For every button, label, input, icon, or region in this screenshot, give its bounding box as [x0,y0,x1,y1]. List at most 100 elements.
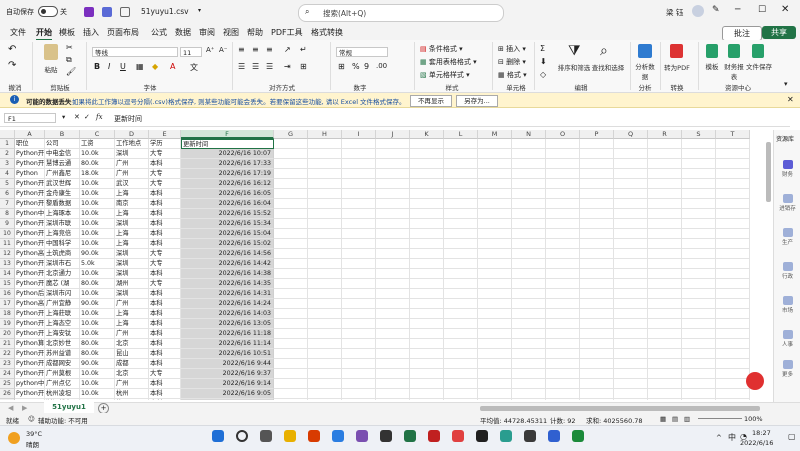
align-center-icon[interactable]: ☰ [252,62,259,71]
table-cell[interactable]: 上海莊联 [45,309,80,319]
table-cell[interactable] [716,349,750,359]
table-cell[interactable] [376,259,410,269]
table-cell[interactable]: 本科 [149,209,181,219]
finance-report-label[interactable]: 财务报表 [722,61,746,81]
row-header[interactable]: 8 [0,209,15,219]
table-cell[interactable]: 10.0k [80,209,115,219]
table-cell[interactable] [376,189,410,199]
menu-review[interactable]: 审阅 [199,27,215,38]
table-cell[interactable] [342,389,376,399]
table-cell[interactable] [648,379,682,389]
table-cell[interactable] [512,359,546,369]
to-pdf-label[interactable]: 转为PDF [662,62,692,72]
table-cell[interactable] [478,239,512,249]
row-header[interactable]: 6 [0,189,15,199]
table-cell[interactable] [716,249,750,259]
table-cell[interactable]: Python开发 [15,329,45,339]
table-cell[interactable] [716,239,750,249]
netease-music-icon[interactable] [428,430,440,442]
table-cell[interactable] [444,149,478,159]
table-cell[interactable] [376,249,410,259]
table-cell[interactable] [682,149,716,159]
close-icon[interactable]: ✕ [787,95,794,104]
table-cell[interactable] [444,219,478,229]
table-cell[interactable] [410,199,444,209]
table-cell[interactable] [546,189,580,199]
table-cell[interactable] [308,389,342,399]
table-cell[interactable] [444,249,478,259]
table-cell[interactable] [308,289,342,299]
table-cell[interactable] [444,259,478,269]
table-cell[interactable] [274,279,308,289]
table-cell[interactable]: 2022/6/16 14:38 [181,269,274,279]
table-cell[interactable] [478,299,512,309]
italic-icon[interactable]: I [108,62,110,71]
table-cell[interactable] [580,289,614,299]
table-cell[interactable] [546,169,580,179]
table-cell[interactable]: 大专 [149,179,181,189]
header-cell[interactable] [342,139,376,149]
table-cell[interactable]: 本科 [149,359,181,369]
table-cell[interactable]: 杭州 [115,399,149,400]
header-cell[interactable]: 公司 [45,139,80,149]
table-cell[interactable] [478,269,512,279]
table-cell[interactable] [682,289,716,299]
table-cell[interactable]: 上海 [115,319,149,329]
table-cell[interactable] [580,259,614,269]
row-header[interactable]: 12 [0,249,15,259]
table-cell[interactable] [546,239,580,249]
table-cell[interactable] [512,369,546,379]
table-cell[interactable] [648,179,682,189]
table-cell[interactable]: 广州 [115,329,149,339]
table-cell[interactable]: 本科 [149,339,181,349]
wechat-icon[interactable] [572,430,584,442]
sort-filter-icon[interactable]: ⧩ [568,43,581,59]
autosum-icon[interactable]: Σ [540,44,545,53]
table-cell[interactable]: 广州 [115,299,149,309]
table-cell[interactable] [546,309,580,319]
column-header-n[interactable]: N [512,130,546,139]
row-header[interactable]: 2 [0,149,15,159]
table-cell[interactable] [376,199,410,209]
table-cell[interactable] [512,299,546,309]
table-cell[interactable] [580,369,614,379]
table-cell[interactable] [648,229,682,239]
table-cell[interactable]: 本科 [149,379,181,389]
table-cell[interactable]: 80.0k [80,159,115,169]
search-input[interactable]: 搜索(Alt+Q) [323,8,366,19]
customize-toolbar-icon[interactable] [120,7,130,17]
table-cell[interactable] [376,289,410,299]
table-cell[interactable] [580,239,614,249]
table-cell[interactable] [716,199,750,209]
comment-button[interactable]: 批注 [722,26,762,41]
table-cell[interactable]: 本科 [149,189,181,199]
task-view-icon[interactable] [260,430,272,442]
table-cell[interactable]: 杭州 [115,389,149,399]
table-cell[interactable] [682,319,716,329]
table-cell[interactable]: 深圳市石 [45,259,80,269]
bold-icon[interactable]: B [94,62,100,71]
header-cell[interactable] [308,139,342,149]
table-cell[interactable] [478,369,512,379]
align-right-icon[interactable]: ☰ [266,62,273,71]
table-cell[interactable]: 上海琢本 [45,209,80,219]
table-cell[interactable] [614,199,648,209]
align-bottom-icon[interactable]: ≡ [266,45,273,54]
table-cell[interactable] [444,199,478,209]
table-cell[interactable] [410,379,444,389]
table-cell[interactable] [274,329,308,339]
header-cell[interactable] [410,139,444,149]
app-icon[interactable] [548,430,560,442]
column-header-e[interactable]: E [149,130,181,139]
row-header[interactable]: 22 [0,349,15,359]
table-cell[interactable]: 5.0k [80,259,115,269]
table-cell[interactable] [410,289,444,299]
table-cell[interactable] [376,349,410,359]
table-cell[interactable] [478,319,512,329]
table-cell[interactable] [716,329,750,339]
row-header[interactable]: 1 [0,139,15,149]
table-cell[interactable]: 武汉 [115,179,149,189]
table-format-button[interactable]: ▦ 套用表格格式 ▾ [420,57,477,67]
sort-filter-label[interactable]: 排序和筛选 [556,62,592,72]
library-production[interactable]: 生产 [774,228,800,246]
